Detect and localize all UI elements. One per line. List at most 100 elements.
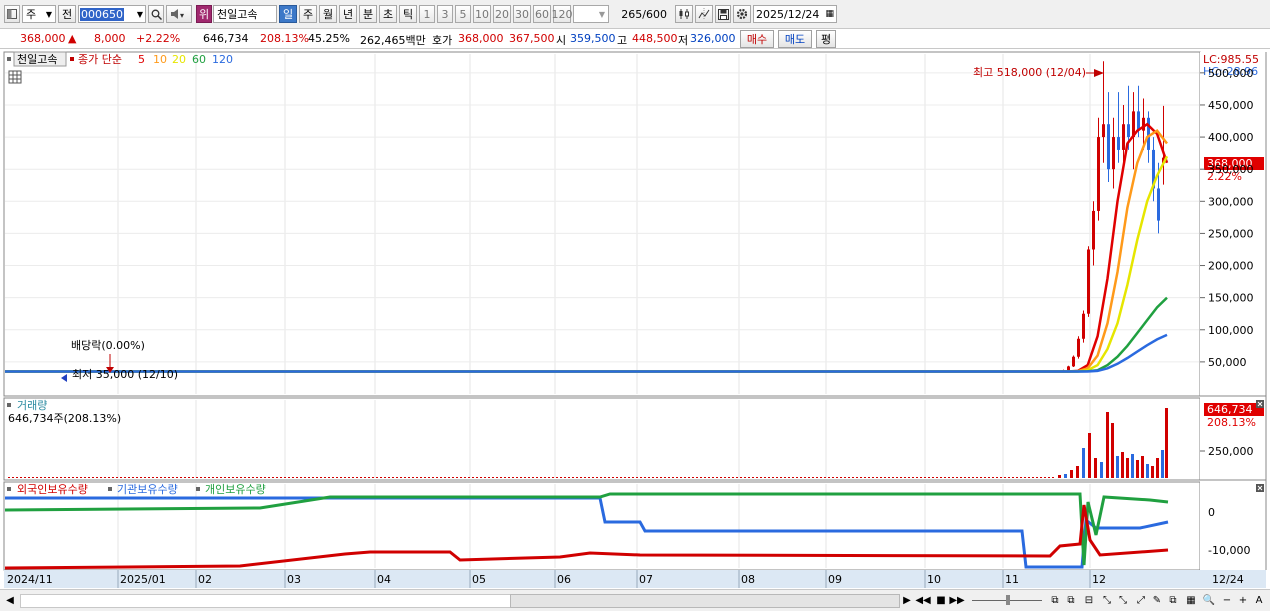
trend-icon[interactable]: ⤡ <box>1116 593 1130 607</box>
candle-body <box>1112 137 1115 170</box>
period-tick-button[interactable]: 틱 <box>399 5 417 23</box>
interval-10-button[interactable]: 10 <box>473 5 491 23</box>
font-size-icon[interactable]: A <box>1252 593 1266 607</box>
period-day-button[interactable]: 일 <box>279 5 297 23</box>
chevron-down-icon: ▼ <box>136 9 143 19</box>
stop-icon[interactable]: ■ <box>934 593 948 607</box>
date-input[interactable]: 2025/12/24 ▦ <box>753 5 837 23</box>
volume-bar-small <box>304 477 306 478</box>
period-year-button[interactable]: 년 <box>339 5 357 23</box>
average-button[interactable]: 평 <box>816 30 836 48</box>
volume-bar-small <box>524 477 526 478</box>
holding-legend-toggle-icon[interactable] <box>7 487 11 491</box>
drawing-icon[interactable]: ✎ <box>1150 593 1164 607</box>
mode-button[interactable]: 전 <box>58 5 76 23</box>
measure-icon[interactable]: ⤡ <box>1100 593 1114 607</box>
interval-20-button[interactable]: 20 <box>493 5 511 23</box>
split-icon[interactable]: ⊟ <box>1082 593 1096 607</box>
grid-icon[interactable]: ▦ <box>1184 593 1198 607</box>
count-field[interactable]: 265/600 <box>611 5 671 23</box>
fib-icon[interactable]: ⤢ <box>1134 593 1148 607</box>
legend-ma5[interactable]: 5 <box>138 53 145 66</box>
zoom-slider-handle[interactable] <box>1006 595 1010 605</box>
volume-bar-small <box>988 477 990 478</box>
code-input[interactable]: 000650 ▼ <box>78 5 146 23</box>
volume-bar-small <box>284 477 286 478</box>
candle-icon[interactable] <box>675 5 693 23</box>
volume-bar-small <box>872 477 874 478</box>
volume-bar-small <box>388 477 390 478</box>
legend-ma20[interactable]: 20 <box>172 53 186 66</box>
price-panel[interactable] <box>3 51 1201 397</box>
interval-30-button[interactable]: 30 <box>513 5 531 23</box>
volume-bar-small <box>68 477 70 478</box>
layout-icon[interactable] <box>4 5 20 23</box>
interval-custom-select[interactable]: ▼ <box>573 5 609 23</box>
legend-toggle-icon[interactable] <box>7 57 11 61</box>
interval-1-button[interactable]: 1 <box>419 5 435 23</box>
interval-60-button[interactable]: 60 <box>533 5 551 23</box>
style-icon[interactable]: ⧉ <box>1166 593 1180 607</box>
scroll-thumb[interactable] <box>510 594 900 608</box>
volume-bar-small <box>944 477 946 478</box>
interval-5-button[interactable]: 5 <box>455 5 471 23</box>
forward-icon[interactable]: ▶▶ <box>949 593 964 607</box>
period-minute-button[interactable]: 분 <box>359 5 377 23</box>
volume-bar <box>1082 448 1085 478</box>
period-week-button[interactable]: 주 <box>299 5 317 23</box>
search-icon[interactable] <box>148 5 164 23</box>
table-icon[interactable] <box>8 70 22 84</box>
volume-bar-small <box>8 477 10 478</box>
period-month-button[interactable]: 월 <box>319 5 337 23</box>
legend-ma10[interactable]: 10 <box>153 53 167 66</box>
zoom-out-icon[interactable]: − <box>1220 593 1234 607</box>
volume-bar-small <box>712 477 714 478</box>
holding-legend-individual[interactable]: 개인보유수량 <box>205 483 266 496</box>
scroll-right-icon[interactable]: ▶ <box>900 593 914 607</box>
scroll-track[interactable] <box>20 594 512 608</box>
interval-3-button[interactable]: 3 <box>437 5 453 23</box>
volume-bar-small <box>564 477 566 478</box>
volume-bar-small <box>1024 477 1026 478</box>
overlay-icon[interactable]: ⧉ <box>1064 593 1078 607</box>
trade-amount: 262,465백만 <box>360 34 426 47</box>
volume-bar-small <box>880 477 882 478</box>
volume-bar-small <box>916 477 918 478</box>
chart-area[interactable]: 천일고속 종가 단순 5 10 20 60 120 LC:985.55 HC:-… <box>0 50 1270 598</box>
search-icon[interactable]: 🔍 <box>1202 593 1216 607</box>
svg-text:▾: ▾ <box>180 11 184 19</box>
volume-bar-small <box>836 477 838 478</box>
volume-bar-small <box>948 477 950 478</box>
legend-ma60[interactable]: 60 <box>192 53 206 66</box>
volume-bar-small <box>152 477 154 478</box>
rewind-icon[interactable]: ◀◀ <box>915 593 930 607</box>
volume-bar-small <box>212 477 214 478</box>
scroll-left-icon[interactable]: ◀ <box>3 593 17 607</box>
buy-button[interactable]: 매수 <box>740 30 774 48</box>
legend-ma-label: 종가 단순 <box>78 53 122 66</box>
gear-icon[interactable] <box>733 5 751 23</box>
volume-bar-small <box>1004 477 1006 478</box>
volume-bar-small <box>664 477 666 478</box>
interval-120-button[interactable]: 120 <box>552 5 573 23</box>
zoom-in-icon[interactable]: + <box>1236 593 1250 607</box>
legend-ma120[interactable]: 120 <box>212 53 233 66</box>
crosshair-icon[interactable] <box>695 5 713 23</box>
volume-bar-small <box>968 477 970 478</box>
volume-panel[interactable] <box>3 397 1201 481</box>
volume-bar-small <box>76 477 78 478</box>
volume-bar-small <box>780 477 782 478</box>
holding-legend-foreign[interactable]: 외국인보유수량 <box>17 483 88 496</box>
compare-icon[interactable]: ⧉ <box>1048 593 1062 607</box>
volume-bar-small <box>324 477 326 478</box>
volume-bar-small <box>300 477 302 478</box>
volume-legend-toggle-icon[interactable] <box>7 403 11 407</box>
save-icon[interactable] <box>715 5 731 23</box>
sell-button[interactable]: 매도 <box>778 30 812 48</box>
period-second-button[interactable]: 초 <box>379 5 397 23</box>
holding-legend-institution[interactable]: 기관보유수량 <box>117 483 178 496</box>
speaker-icon[interactable]: ▾ <box>166 5 192 23</box>
volume-bar-small <box>896 477 898 478</box>
volume-bar-small <box>364 477 366 478</box>
market-select[interactable]: 주 ▼ <box>22 5 56 23</box>
